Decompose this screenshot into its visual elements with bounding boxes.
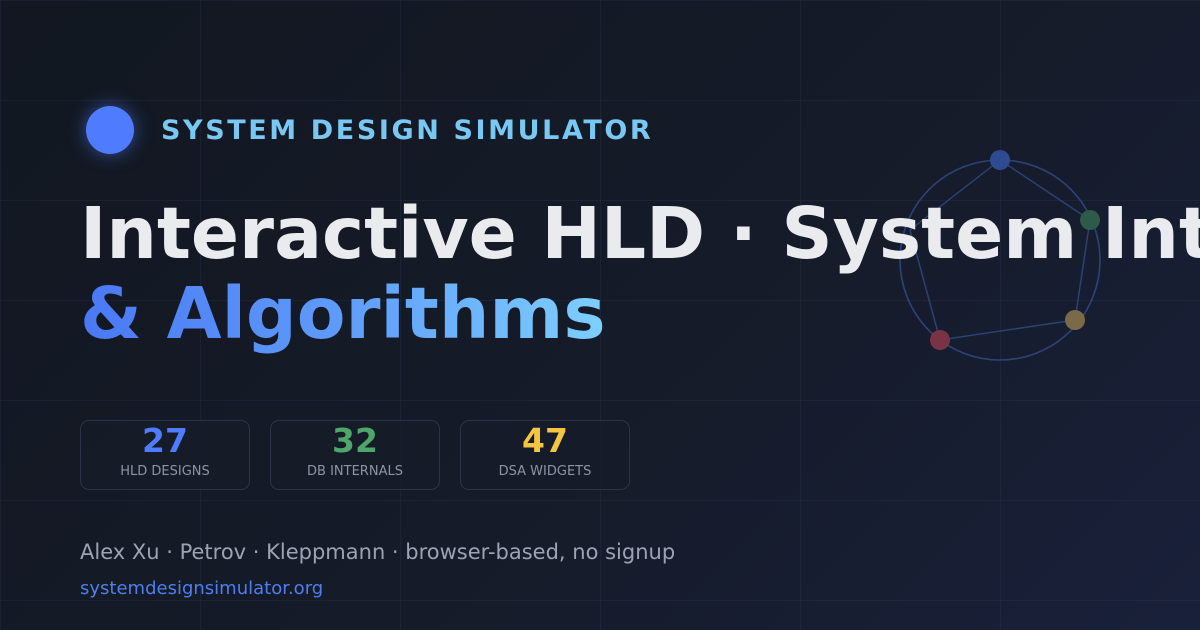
headline-line-1: Interactive HLD · System Internals [80,192,1200,275]
stat-card-db-internals: 32 DB INTERNALS [270,420,440,490]
brand-name: SYSTEM DESIGN SIMULATOR [161,114,654,146]
stats-row: 27 HLD DESIGNS 32 DB INTERNALS 47 DSA WI… [80,420,650,490]
stat-value: 32 [332,421,378,460]
network-node [990,150,1010,170]
brand-dot-icon [86,106,134,154]
stat-card-dsa-widgets: 47 DSA WIDGETS [460,420,630,490]
headline: Interactive HLD · System Internals & Alg… [80,194,1200,354]
stat-label: DB INTERNALS [307,464,403,479]
brand: SYSTEM DESIGN SIMULATOR [86,106,653,154]
headline-line-2: & Algorithms [80,272,606,355]
og-card: SYSTEM DESIGN SIMULATOR Interactive HLD … [0,0,1200,630]
stat-value: 47 [522,421,568,460]
stat-value: 27 [142,421,188,460]
stat-label: DSA WIDGETS [498,464,592,479]
site-url-link[interactable]: systemdesignsimulator.org [80,577,323,601]
tagline: Alex Xu · Petrov · Kleppmann · browser-b… [80,540,676,564]
stat-label: HLD DESIGNS [120,464,210,479]
stat-card-hld-designs: 27 HLD DESIGNS [80,420,250,490]
